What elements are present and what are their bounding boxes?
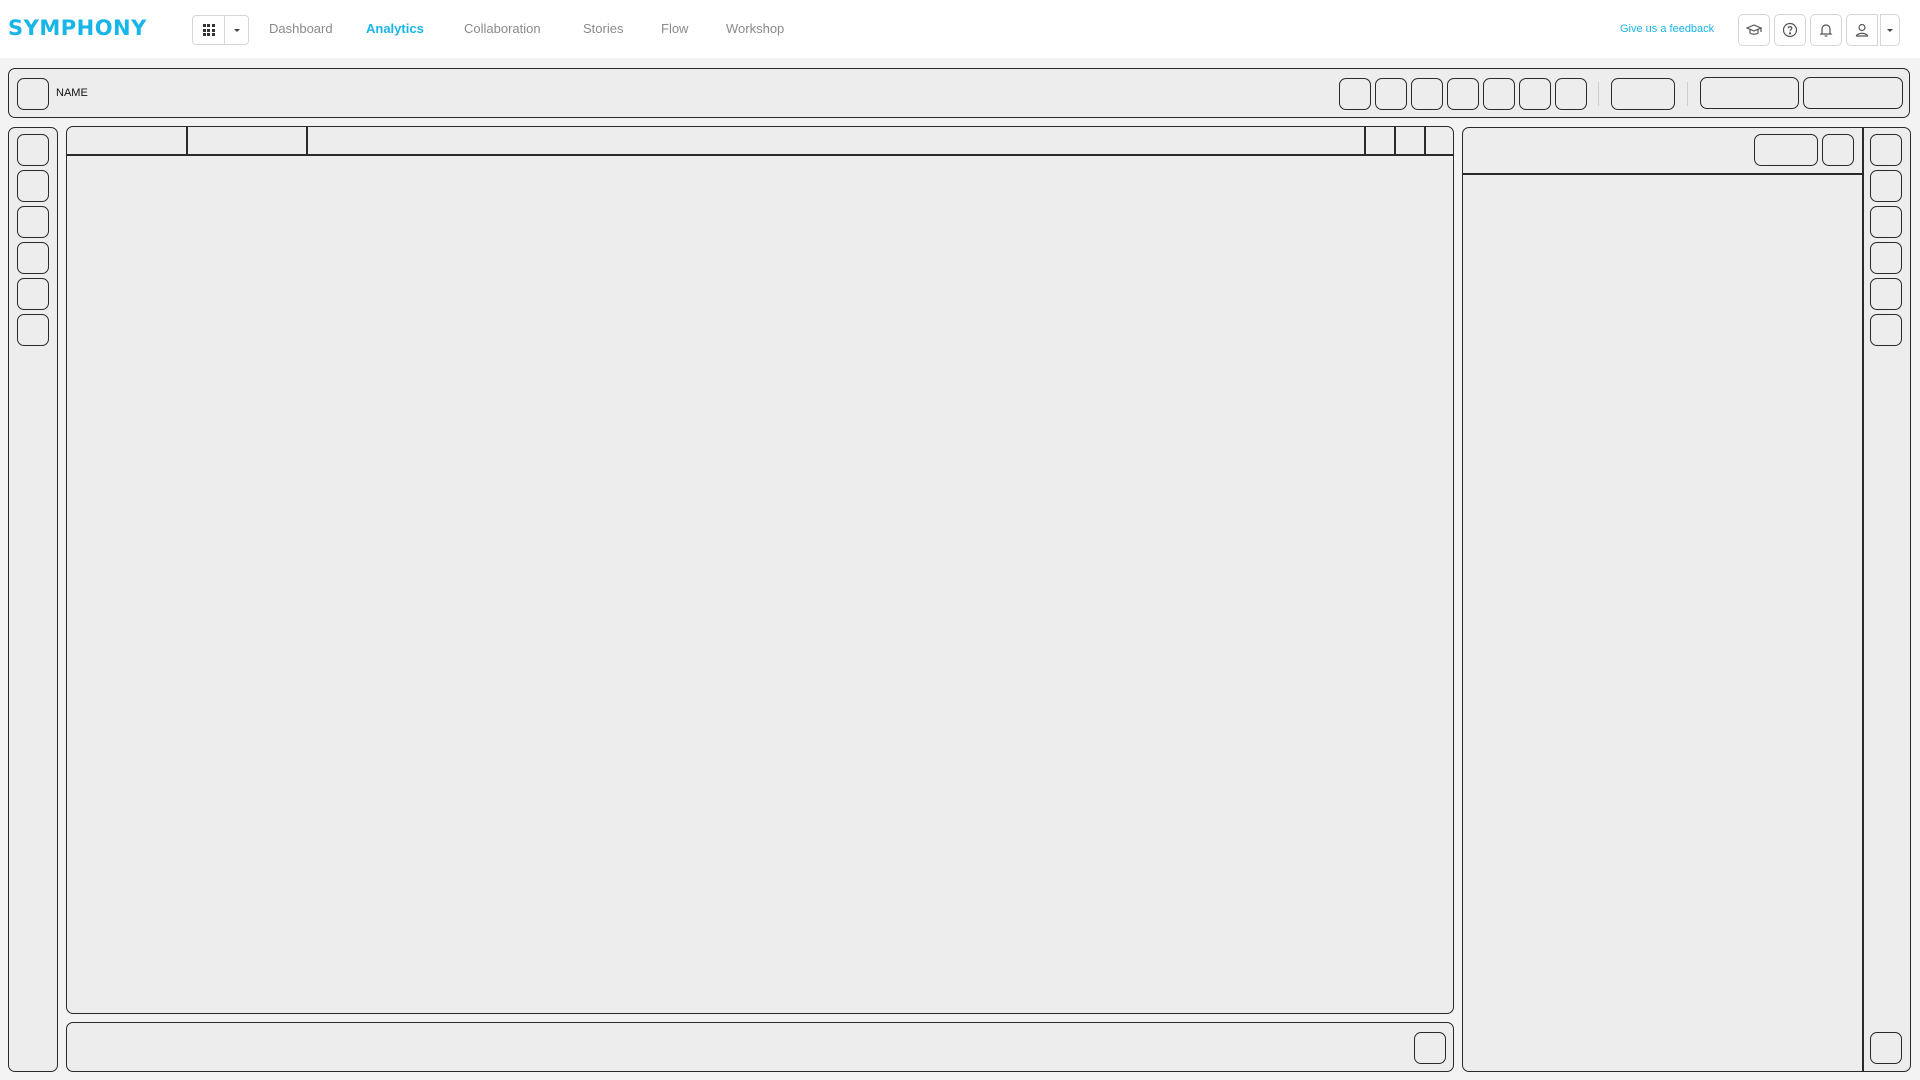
nav-item-workshop[interactable]: Workshop xyxy=(726,21,784,36)
right-panel-action-button[interactable] xyxy=(1754,134,1818,166)
toolbar-wide-button-2[interactable] xyxy=(1803,77,1903,109)
canvas-header-control-3[interactable] xyxy=(1426,128,1453,154)
canvas-header-control-1[interactable] xyxy=(1366,128,1394,154)
feedback-link[interactable]: Give us a feedback xyxy=(1620,23,1714,35)
canvas-tab-1[interactable] xyxy=(68,128,186,154)
user-menu-button[interactable] xyxy=(1846,14,1878,46)
document-name-label: NAME xyxy=(56,87,88,99)
help-button[interactable] xyxy=(1774,14,1806,46)
apps-menu-button[interactable] xyxy=(192,15,249,45)
right-panel-header-divider xyxy=(1463,173,1863,175)
left-rail-button-3[interactable] xyxy=(17,206,49,238)
app-logo[interactable]: SYMPHONY xyxy=(8,16,147,40)
right-side-panel xyxy=(1462,127,1911,1072)
graduation-cap-icon xyxy=(1746,24,1762,35)
user-icon xyxy=(1855,23,1869,37)
bottom-bar-button[interactable] xyxy=(1414,1032,1446,1064)
canvas-header-divider xyxy=(67,154,1453,156)
help-circle-icon xyxy=(1782,22,1798,38)
user-menu-chevron-icon[interactable] xyxy=(1880,14,1900,46)
nav-item-analytics[interactable]: Analytics xyxy=(366,21,424,36)
left-rail-button-1[interactable] xyxy=(17,134,49,166)
right-panel-small-button[interactable] xyxy=(1822,134,1854,166)
right-rail-button-3[interactable] xyxy=(1870,206,1902,238)
canvas-tab-divider xyxy=(306,127,308,155)
toolbar-tool-button-5[interactable] xyxy=(1483,78,1515,110)
toolbar-action-button[interactable] xyxy=(1611,78,1675,110)
toolbar-tool-button-2[interactable] xyxy=(1375,78,1407,110)
nav-item-flow[interactable]: Flow xyxy=(661,21,688,36)
left-rail-button-2[interactable] xyxy=(17,170,49,202)
top-navigation-bar: SYMPHONY Dashboard Analytics Collaborati… xyxy=(0,0,1920,58)
bottom-bar-panel xyxy=(66,1022,1454,1072)
right-rail-button-2[interactable] xyxy=(1870,170,1902,202)
canvas-header-control-2[interactable] xyxy=(1396,128,1424,154)
main-canvas-panel xyxy=(66,126,1454,1014)
toolbar-wide-button-1[interactable] xyxy=(1700,77,1799,109)
toolbar-tool-button-6[interactable] xyxy=(1519,78,1551,110)
notifications-button[interactable] xyxy=(1810,14,1842,46)
toolbar-tool-button-1[interactable] xyxy=(1339,78,1371,110)
bell-icon xyxy=(1819,24,1833,37)
toolbar-tool-button-7[interactable] xyxy=(1555,78,1587,110)
nav-item-dashboard[interactable]: Dashboard xyxy=(269,21,333,36)
toolbar-menu-button[interactable] xyxy=(17,78,49,110)
learning-button[interactable] xyxy=(1738,14,1770,46)
right-rail-button-6[interactable] xyxy=(1870,314,1902,346)
left-rail-button-5[interactable] xyxy=(17,278,49,310)
left-rail-button-4[interactable] xyxy=(17,242,49,274)
left-rail-button-6[interactable] xyxy=(17,314,49,346)
apps-grid-icon[interactable] xyxy=(193,16,225,44)
toolbar-tool-button-3[interactable] xyxy=(1411,78,1443,110)
right-rail-bottom-button[interactable] xyxy=(1870,1032,1902,1064)
toolbar-tool-button-4[interactable] xyxy=(1447,78,1479,110)
nav-item-stories[interactable]: Stories xyxy=(583,21,623,36)
toolbar-divider xyxy=(1687,82,1688,106)
right-panel-rail-divider xyxy=(1862,128,1864,1071)
right-rail-button-1[interactable] xyxy=(1870,134,1902,166)
chevron-down-icon[interactable] xyxy=(225,16,248,44)
right-rail-button-5[interactable] xyxy=(1870,278,1902,310)
nav-item-collaboration[interactable]: Collaboration xyxy=(464,21,541,36)
right-rail-button-4[interactable] xyxy=(1870,242,1902,274)
canvas-tab-2[interactable] xyxy=(188,128,306,154)
toolbar-divider xyxy=(1598,82,1599,106)
